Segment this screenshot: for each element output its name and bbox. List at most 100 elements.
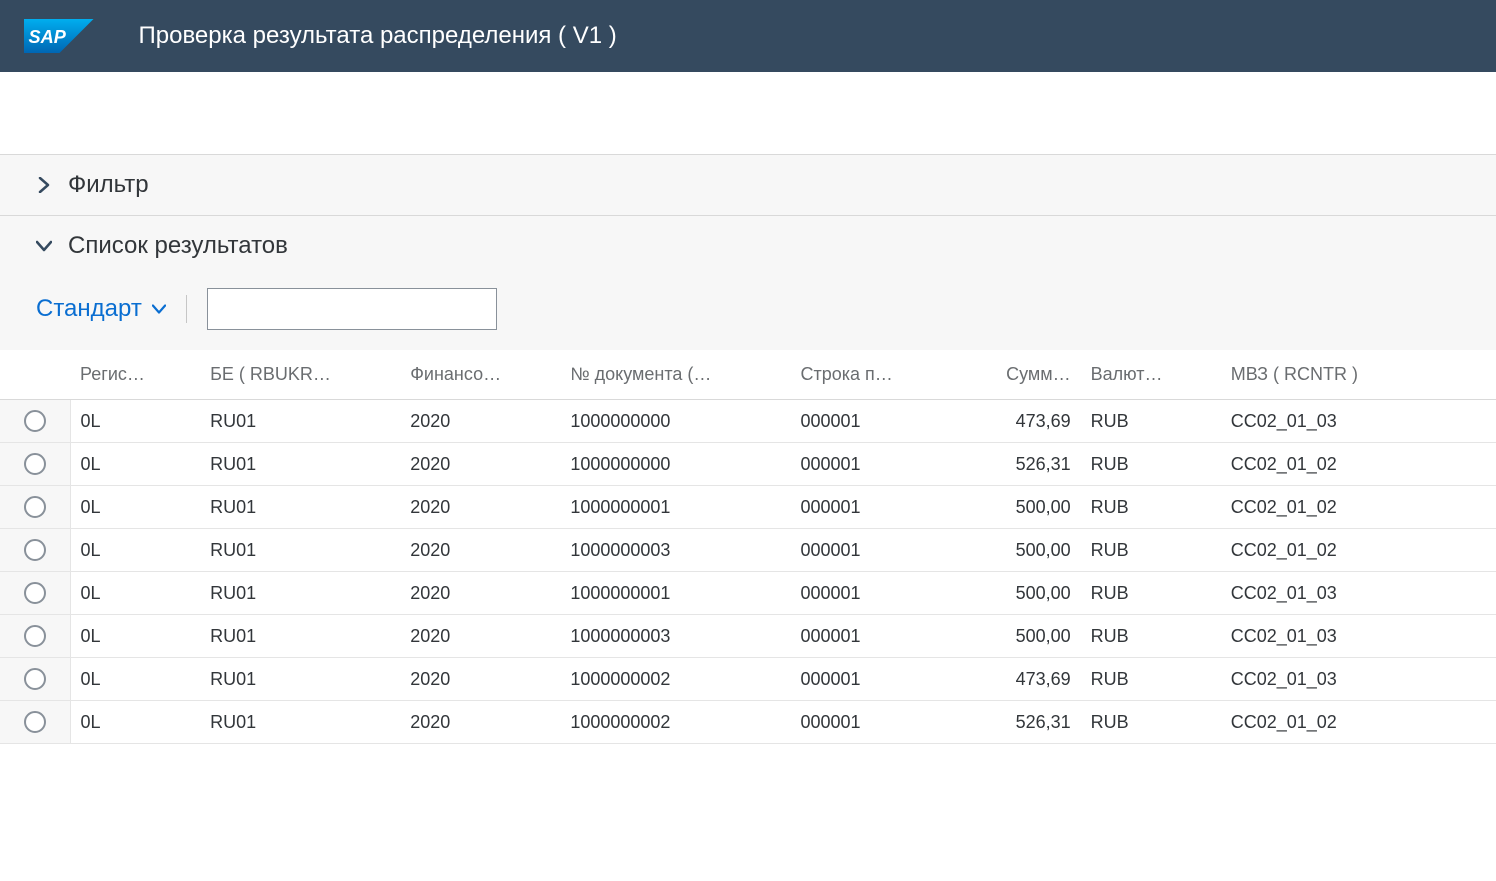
cell-be: RU01 <box>200 658 400 701</box>
col-header-select[interactable] <box>0 350 70 400</box>
radio-icon[interactable] <box>24 410 46 432</box>
cell-line: 000001 <box>790 529 950 572</box>
cell-cur: RUB <box>1081 529 1221 572</box>
cell-mvz: CC02_01_02 <box>1221 529 1496 572</box>
cell-cur: RUB <box>1081 658 1221 701</box>
results-table: Регис… БЕ ( RBUKR… Финансо… № документа … <box>0 350 1496 744</box>
cell-sum: 500,00 <box>951 615 1081 658</box>
cell-mvz: CC02_01_03 <box>1221 572 1496 615</box>
cell-be: RU01 <box>200 615 400 658</box>
app-header: SAP Проверка результата распределения ( … <box>0 0 1496 72</box>
row-select-cell[interactable] <box>0 529 70 572</box>
cell-cur: RUB <box>1081 486 1221 529</box>
cell-fin: 2020 <box>400 658 560 701</box>
radio-icon[interactable] <box>24 668 46 690</box>
table-row[interactable]: 0LRU0120201000000002000001526,31RUBCC02_… <box>0 701 1496 744</box>
view-selector[interactable]: Стандарт <box>36 295 187 323</box>
cell-doc: 1000000001 <box>560 486 790 529</box>
cell-regis: 0L <box>70 615 200 658</box>
col-header-be[interactable]: БЕ ( RBUKR… <box>200 350 400 400</box>
table-row[interactable]: 0LRU0120201000000000000001473,69RUBCC02_… <box>0 400 1496 443</box>
cell-sum: 500,00 <box>951 529 1081 572</box>
cell-fin: 2020 <box>400 486 560 529</box>
cell-doc: 1000000000 <box>560 400 790 443</box>
cell-mvz: CC02_01_03 <box>1221 658 1496 701</box>
cell-regis: 0L <box>70 701 200 744</box>
cell-sum: 473,69 <box>951 658 1081 701</box>
cell-fin: 2020 <box>400 443 560 486</box>
cell-cur: RUB <box>1081 615 1221 658</box>
table-row[interactable]: 0LRU0120201000000001000001500,00RUBCC02_… <box>0 486 1496 529</box>
cell-sum: 473,69 <box>951 400 1081 443</box>
radio-icon[interactable] <box>24 539 46 561</box>
cell-cur: RUB <box>1081 443 1221 486</box>
cell-be: RU01 <box>200 572 400 615</box>
row-select-cell[interactable] <box>0 572 70 615</box>
row-select-cell[interactable] <box>0 486 70 529</box>
cell-mvz: CC02_01_02 <box>1221 486 1496 529</box>
chevron-right-icon <box>36 177 52 193</box>
chevron-down-icon <box>152 302 166 316</box>
row-select-cell[interactable] <box>0 400 70 443</box>
cell-regis: 0L <box>70 572 200 615</box>
cell-line: 000001 <box>790 572 950 615</box>
row-select-cell[interactable] <box>0 658 70 701</box>
table-row[interactable]: 0LRU0120201000000001000001500,00RUBCC02_… <box>0 572 1496 615</box>
cell-sum: 526,31 <box>951 443 1081 486</box>
col-header-regis[interactable]: Регис… <box>70 350 200 400</box>
cell-mvz: CC02_01_03 <box>1221 615 1496 658</box>
cell-line: 000001 <box>790 615 950 658</box>
results-panel-title: Список результатов <box>68 232 288 260</box>
cell-regis: 0L <box>70 529 200 572</box>
filter-panel-header[interactable]: Фильтр <box>0 155 1496 215</box>
cell-regis: 0L <box>70 486 200 529</box>
col-header-mvz[interactable]: МВЗ ( RCNTR ) <box>1221 350 1496 400</box>
cell-line: 000001 <box>790 400 950 443</box>
table-header-row: Регис… БЕ ( RBUKR… Финансо… № документа … <box>0 350 1496 400</box>
table-row[interactable]: 0LRU0120201000000002000001473,69RUBCC02_… <box>0 658 1496 701</box>
radio-icon[interactable] <box>24 453 46 475</box>
cell-doc: 1000000002 <box>560 701 790 744</box>
results-panel-header[interactable]: Список результатов <box>0 216 1496 276</box>
cell-regis: 0L <box>70 658 200 701</box>
col-header-fin[interactable]: Финансо… <box>400 350 560 400</box>
radio-icon[interactable] <box>24 496 46 518</box>
cell-be: RU01 <box>200 400 400 443</box>
col-header-sum[interactable]: Сумм… <box>951 350 1081 400</box>
sap-logo: SAP <box>24 19 94 53</box>
row-select-cell[interactable] <box>0 443 70 486</box>
cell-fin: 2020 <box>400 701 560 744</box>
cell-fin: 2020 <box>400 572 560 615</box>
row-select-cell[interactable] <box>0 701 70 744</box>
filter-panel: Фильтр <box>0 155 1496 216</box>
col-header-cur[interactable]: Валют… <box>1081 350 1221 400</box>
cell-doc: 1000000003 <box>560 615 790 658</box>
table-row[interactable]: 0LRU0120201000000000000001526,31RUBCC02_… <box>0 443 1496 486</box>
cell-cur: RUB <box>1081 400 1221 443</box>
results-toolbar: Стандарт <box>0 276 1496 350</box>
search-input[interactable] <box>207 288 497 330</box>
table-row[interactable]: 0LRU0120201000000003000001500,00RUBCC02_… <box>0 615 1496 658</box>
row-select-cell[interactable] <box>0 615 70 658</box>
cell-line: 000001 <box>790 701 950 744</box>
radio-icon[interactable] <box>24 625 46 647</box>
header-spacer <box>0 72 1496 154</box>
chevron-down-icon <box>36 238 52 254</box>
cell-mvz: CC02_01_03 <box>1221 400 1496 443</box>
cell-be: RU01 <box>200 701 400 744</box>
cell-doc: 1000000002 <box>560 658 790 701</box>
cell-mvz: CC02_01_02 <box>1221 701 1496 744</box>
radio-icon[interactable] <box>24 711 46 733</box>
col-header-line[interactable]: Строка п… <box>790 350 950 400</box>
cell-be: RU01 <box>200 443 400 486</box>
cell-mvz: CC02_01_02 <box>1221 443 1496 486</box>
cell-fin: 2020 <box>400 615 560 658</box>
view-selector-label: Стандарт <box>36 295 142 323</box>
radio-icon[interactable] <box>24 582 46 604</box>
cell-doc: 1000000003 <box>560 529 790 572</box>
cell-be: RU01 <box>200 486 400 529</box>
cell-regis: 0L <box>70 400 200 443</box>
table-row[interactable]: 0LRU0120201000000003000001500,00RUBCC02_… <box>0 529 1496 572</box>
col-header-doc[interactable]: № документа (… <box>560 350 790 400</box>
cell-line: 000001 <box>790 486 950 529</box>
